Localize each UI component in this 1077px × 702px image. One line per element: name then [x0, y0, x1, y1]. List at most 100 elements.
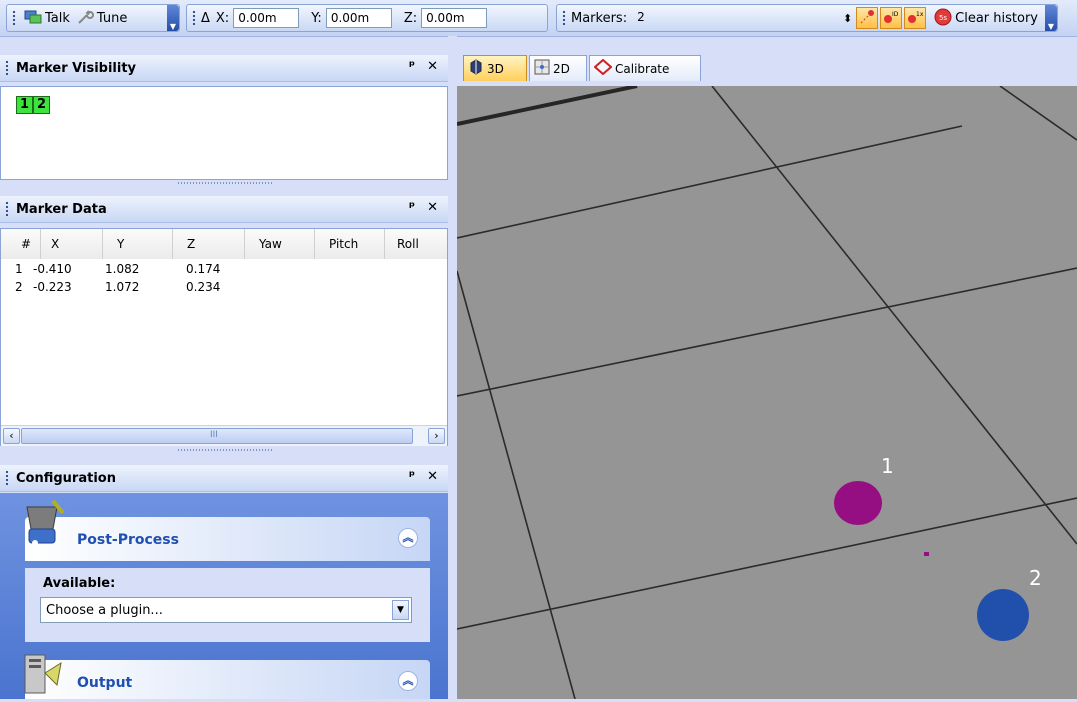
cell-x: -0.410 [33, 262, 72, 276]
talk-label: Talk [45, 10, 70, 26]
chevron-down-icon[interactable]: ▼ [392, 600, 409, 620]
tab-3d-label: 3D [487, 61, 504, 76]
panel-splitter[interactable] [0, 180, 448, 187]
clear-history-icon: 5s [934, 8, 952, 29]
3d-viewport[interactable]: 1 2 [457, 86, 1077, 699]
plugin-select[interactable]: Choose a plugin... ▼ [40, 597, 412, 623]
horizontal-scrollbar[interactable]: ‹ III › [1, 425, 447, 446]
marker-single-icon: 1x [906, 9, 924, 28]
post-process-icon [19, 499, 71, 560]
tune-label: Tune [96, 10, 128, 26]
talk-icon [24, 9, 42, 28]
output-header[interactable]: Output ︽ [24, 654, 430, 699]
column-header-id[interactable]: # [1, 229, 41, 259]
main-toolbar: Talk Tune ▼ Δ X: 0.00m Y: 0.00m Z: 0.00m… [0, 0, 1077, 37]
toolbar-grip[interactable] [192, 10, 196, 26]
markers-label: Markers: [571, 10, 628, 26]
cell-y: 1.072 [105, 280, 140, 294]
tab-calibrate[interactable]: Calibrate [589, 55, 701, 81]
tab-2d-label: 2D [553, 61, 570, 76]
marker-visibility-title: Marker Visibility [16, 60, 137, 76]
visibility-toggle-marker-1[interactable]: 1 [16, 96, 33, 114]
toolbar-overflow-button[interactable]: ▼ [167, 5, 179, 31]
marker-1-label: 1 [881, 454, 894, 478]
marker-id-icon: ID [882, 9, 900, 28]
panel-splitter[interactable] [0, 447, 448, 454]
post-process-body: Available: Choose a plugin... ▼ [25, 568, 430, 642]
marker-1-dot [834, 481, 882, 525]
output-title: Output [77, 675, 133, 691]
scroll-grip: III [210, 430, 218, 440]
pin-icon[interactable]: ᵖ [409, 200, 415, 215]
position-toolbar: Δ X: 0.00m Y: 0.00m Z: 0.00m [186, 4, 548, 32]
z-label: Z: [403, 10, 418, 26]
close-icon[interactable]: ✕ [427, 469, 438, 484]
marker-2-label: 2 [1029, 566, 1042, 590]
marker-data-table: # X Y Z Yaw Pitch Roll 1 -0.410 1.082 0.… [0, 228, 448, 446]
marker-data-header: Marker Data ᵖ ✕ [0, 196, 448, 223]
marker-data-title: Marker Data [16, 201, 107, 217]
scroll-left-button[interactable]: ‹ [3, 428, 20, 444]
column-header-roll[interactable]: Roll [385, 229, 447, 259]
column-header-x[interactable]: X [41, 229, 103, 259]
marker-trail-icon [859, 9, 875, 28]
marker-id-badge: ID [892, 11, 899, 18]
configuration-header: Configuration ᵖ ✕ [0, 465, 448, 492]
close-icon[interactable]: ✕ [427, 200, 438, 215]
delta-icon[interactable]: Δ [201, 11, 210, 26]
panel-grip[interactable] [5, 201, 9, 217]
column-header-y[interactable]: Y [103, 229, 173, 259]
visibility-toggle-marker-2[interactable]: 2 [33, 96, 50, 114]
markers-spinner[interactable]: ⬍ [843, 12, 852, 25]
marker-trail-button[interactable] [856, 7, 879, 29]
toolbar-grip[interactable] [562, 10, 566, 26]
clear-history-button[interactable]: 5s Clear history [931, 6, 1041, 30]
marker-single-button[interactable]: 1x [904, 7, 927, 29]
tune-button[interactable]: Tune [73, 6, 130, 30]
marker-visibility-header: Marker Visibility ᵖ ✕ [0, 55, 448, 82]
y-label: Y: [311, 10, 322, 26]
markers-count-field[interactable]: 2 [633, 8, 773, 28]
cell-y: 1.082 [105, 262, 140, 276]
viewport-tab-strip: 3D 2D Calibrate [457, 50, 1077, 86]
panel-grip[interactable] [5, 470, 9, 486]
collapse-chevron-icon[interactable]: ︽ [398, 528, 418, 548]
tab-3d[interactable]: 3D [463, 55, 527, 81]
panel-grip[interactable] [5, 60, 9, 76]
marker-id-button[interactable]: ID [880, 7, 903, 29]
column-header-pitch[interactable]: Pitch [315, 229, 385, 259]
column-header-z[interactable]: Z [173, 229, 245, 259]
scroll-thumb[interactable]: III [21, 428, 413, 444]
y-field[interactable]: 0.00m [325, 8, 392, 28]
z-field[interactable]: 0.00m [421, 8, 488, 28]
pin-icon[interactable]: ᵖ [409, 469, 415, 484]
wrench-icon [76, 9, 94, 28]
tab-calibrate-label: Calibrate [615, 61, 670, 76]
toolbar-grip[interactable] [12, 10, 16, 26]
collapse-chevron-icon[interactable]: ︽ [398, 671, 418, 691]
pin-icon[interactable]: ᵖ [409, 59, 415, 74]
marker-single-badge: 1x [916, 11, 924, 18]
x-field[interactable]: 0.00m [233, 8, 300, 28]
scroll-right-button[interactable]: › [428, 428, 445, 444]
vertical-splitter[interactable] [448, 36, 457, 699]
toolbar-overflow-button[interactable]: ▼ [1045, 5, 1057, 31]
cell-id: 2 [15, 280, 23, 294]
markers-toolbar: Markers: 2 ⬍ ID 1x 5s Clear history ▼ [556, 4, 1058, 32]
talk-button[interactable]: Talk [21, 6, 73, 30]
marker-visibility-panel: 1 2 [0, 86, 448, 180]
x-label: X: [215, 10, 230, 26]
post-process-header[interactable]: Post-Process ︽ [25, 499, 430, 561]
configuration-title: Configuration [16, 470, 116, 486]
post-process-title: Post-Process [77, 532, 179, 548]
column-header-yaw[interactable]: Yaw [245, 229, 315, 259]
clear-history-badge: 5s [939, 14, 947, 22]
cube-3d-icon [468, 59, 484, 78]
plugin-select-value: Choose a plugin... [46, 603, 163, 618]
output-icon [21, 651, 69, 702]
calibrate-icon [593, 58, 613, 78]
tab-2d[interactable]: 2D [529, 55, 587, 81]
available-label: Available: [43, 576, 116, 591]
clear-history-label: Clear history [955, 10, 1038, 26]
close-icon[interactable]: ✕ [427, 59, 438, 74]
